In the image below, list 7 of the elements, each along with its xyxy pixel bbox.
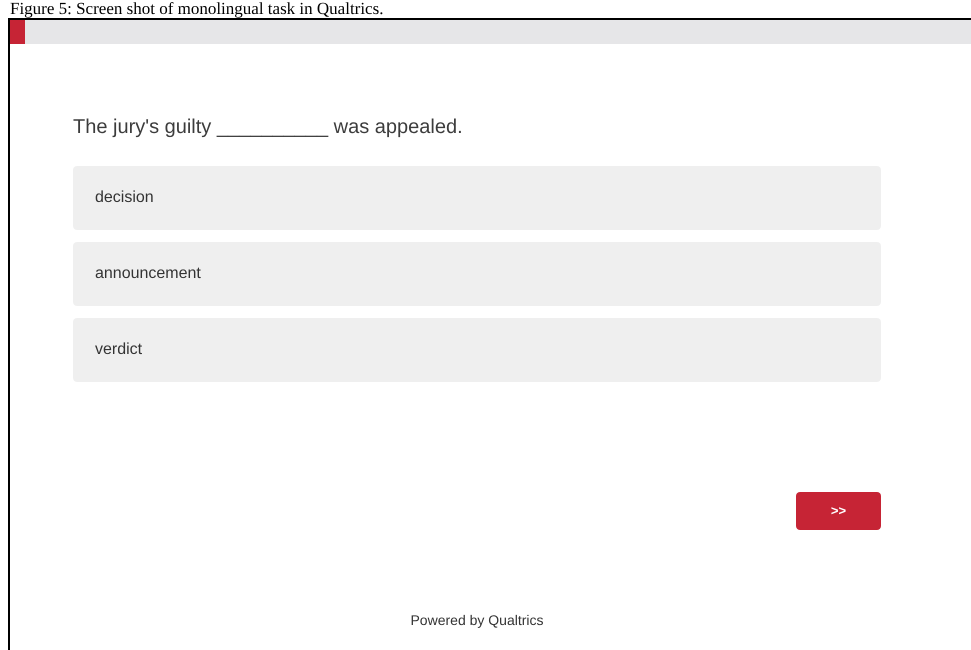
answer-option[interactable]: announcement (73, 242, 881, 306)
footer-link[interactable]: Powered by Qualtrics (410, 610, 544, 631)
next-button[interactable]: >> (796, 492, 881, 530)
answer-option[interactable]: decision (73, 166, 881, 230)
question-text: The jury's guilty __________ was appealed. (73, 115, 463, 140)
answer-option[interactable]: verdict (73, 318, 881, 382)
figure-caption: Figure 5: Screen shot of monolingual task in Qualtrics. (9, 0, 384, 18)
